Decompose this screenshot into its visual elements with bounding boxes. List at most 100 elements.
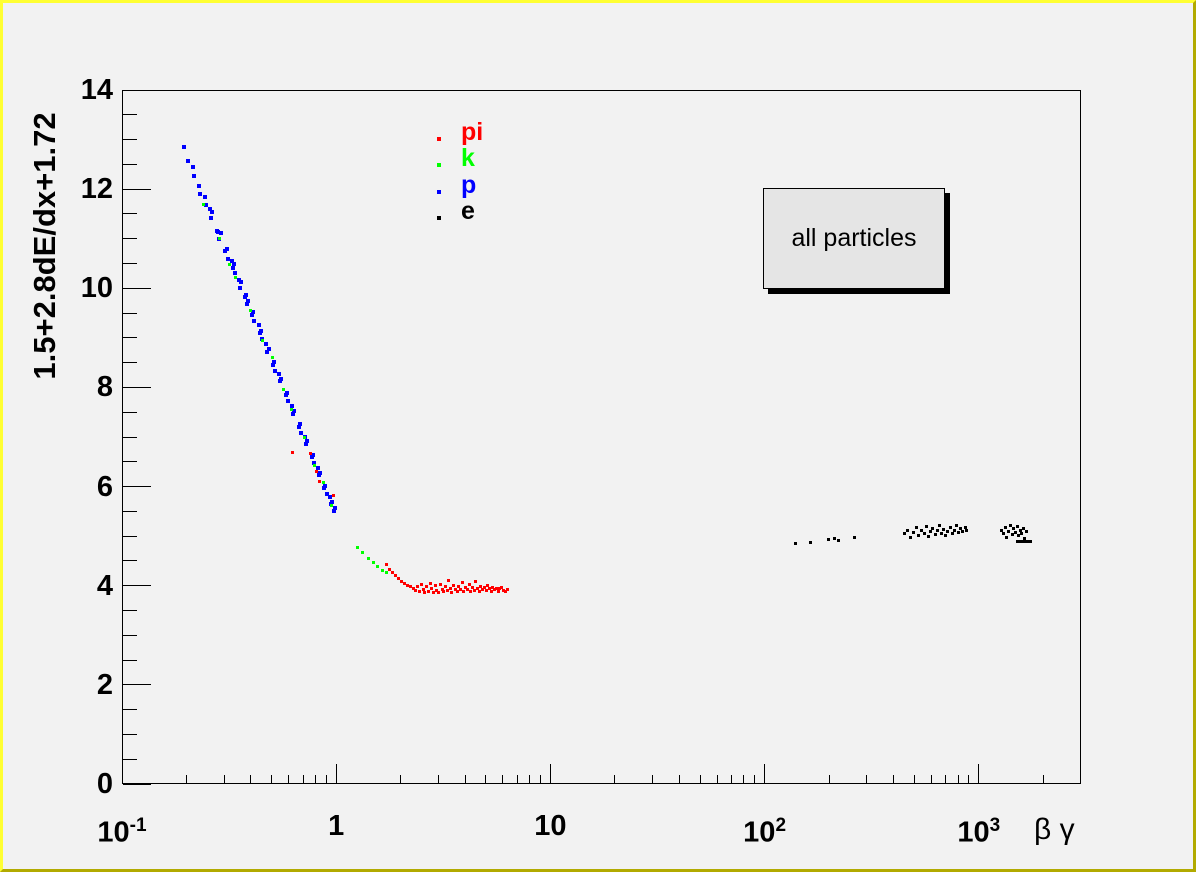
data-point-e (1005, 536, 1008, 539)
y-tick-label: 12 (33, 174, 113, 204)
data-point-k (322, 481, 325, 484)
data-point-e (912, 531, 915, 534)
data-point-e (925, 525, 928, 528)
x-minor-tick (303, 775, 304, 784)
x-minor-tick (679, 775, 680, 784)
x-major-tick (122, 764, 123, 784)
x-minor-tick (731, 775, 732, 784)
data-point-pi (439, 583, 442, 586)
data-point-pi (444, 585, 447, 588)
y-axis-title: 1.5+2.8dE/dx+1.72 (27, 112, 63, 379)
x-minor-tick (893, 775, 894, 784)
y-major-tick (123, 387, 151, 388)
data-point-p (192, 174, 196, 178)
data-point-p (203, 195, 207, 199)
x-major-tick (336, 764, 337, 784)
data-point-e (794, 542, 797, 545)
data-point-p (318, 471, 322, 475)
data-point-p (267, 347, 271, 351)
data-point-k (202, 203, 205, 206)
legend-row-pi: pi (433, 119, 553, 145)
y-major-tick (123, 288, 151, 289)
data-point-e (827, 538, 830, 541)
p-marker-icon (437, 190, 441, 194)
x-minor-tick (540, 775, 541, 784)
y-minor-tick (123, 635, 137, 636)
x-tick-exponent: 2 (775, 815, 786, 836)
data-point-p (244, 293, 248, 297)
x-tick-label: 10-1 (67, 809, 177, 850)
data-point-k (290, 408, 293, 411)
x-minor-tick (224, 775, 225, 784)
data-point-p (305, 439, 309, 443)
data-point-p (186, 159, 190, 163)
data-point-k (218, 237, 221, 240)
data-point-p (231, 266, 235, 270)
x-minor-tick (465, 775, 466, 784)
data-point-e (946, 530, 949, 533)
data-point-e (1004, 526, 1007, 529)
data-point-e (936, 529, 939, 532)
data-point-p (298, 422, 302, 426)
x-axis-title: β γ (1034, 813, 1075, 847)
data-point-p (285, 391, 289, 395)
x-minor-tick (502, 775, 503, 784)
data-point-k (330, 504, 333, 507)
x-tick-label: 10 (495, 809, 605, 843)
y-minor-tick (123, 560, 137, 561)
k-marker-icon (437, 163, 441, 167)
x-minor-tick (186, 775, 187, 784)
data-point-p (246, 299, 250, 303)
y-minor-tick (123, 238, 137, 239)
x-minor-tick (517, 775, 518, 784)
y-major-tick (123, 684, 151, 685)
data-point-e (955, 524, 958, 527)
data-point-p (332, 509, 336, 513)
data-point-p (198, 192, 202, 196)
data-point-p (252, 319, 256, 323)
data-point-p (279, 377, 283, 381)
data-point-k (271, 356, 274, 359)
y-minor-tick (123, 164, 137, 165)
x-minor-tick (288, 775, 289, 784)
x-minor-tick (945, 775, 946, 784)
x-minor-tick (315, 775, 316, 784)
data-point-e (961, 530, 964, 533)
y-minor-tick (123, 536, 137, 537)
data-point-e (957, 531, 960, 534)
y-minor-tick (123, 759, 137, 760)
data-point-pi (291, 451, 294, 454)
data-point-p (209, 216, 213, 220)
y-minor-tick (123, 511, 137, 512)
x-tick-label: 103 (924, 809, 1034, 850)
data-point-k (234, 276, 237, 279)
e-marker-icon (437, 216, 441, 220)
x-minor-tick (438, 775, 439, 784)
pi-marker-icon (437, 137, 441, 141)
x-major-tick (550, 764, 551, 784)
y-tick-label: 10 (33, 273, 113, 303)
y-minor-tick (123, 709, 137, 710)
data-point-p (233, 271, 237, 275)
x-major-tick (764, 764, 765, 784)
data-point-pi (385, 563, 388, 566)
data-point-e (949, 526, 952, 529)
x-minor-tick (485, 775, 486, 784)
data-point-e (944, 534, 947, 537)
data-point-e (1025, 530, 1028, 533)
data-point-e (953, 529, 956, 532)
data-point-e (917, 534, 920, 537)
pave-label: all particles (791, 224, 916, 253)
data-point-e (809, 541, 812, 544)
y-tick-label: 14 (33, 75, 113, 105)
data-point-e (927, 535, 930, 538)
y-tick-label: 2 (33, 670, 113, 700)
data-point-e (940, 532, 943, 535)
data-point-pi (420, 583, 423, 586)
data-point-p (238, 286, 242, 290)
y-tick-label: 0 (33, 769, 113, 799)
x-minor-tick (743, 775, 744, 784)
data-point-k (381, 569, 384, 572)
data-point-p (239, 280, 243, 284)
x-tick-label: 102 (710, 809, 820, 850)
